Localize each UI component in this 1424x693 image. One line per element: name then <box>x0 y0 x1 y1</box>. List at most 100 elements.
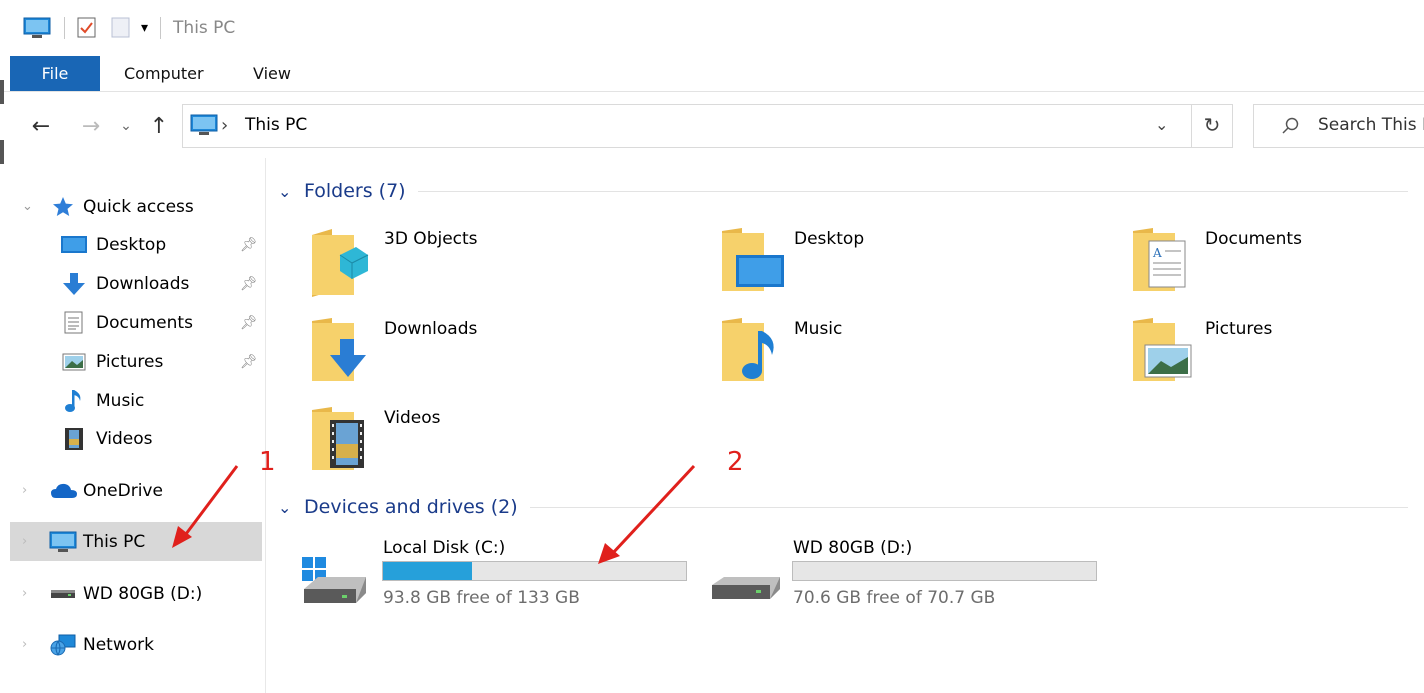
drive-free-space: 93.8 GB free of 133 GB <box>383 588 580 608</box>
folder-name: 3D Objects <box>384 229 478 249</box>
sidebar-item-label: Videos <box>96 428 153 449</box>
breadcrumb-this-pc[interactable]: This PC <box>245 115 307 135</box>
sidebar-item-desktop[interactable]: Desktop 📌︎ <box>0 225 262 264</box>
search-box[interactable]: Search This PC <box>1253 104 1424 148</box>
sidebar-item-label: Network <box>83 634 154 655</box>
window-title: This PC <box>173 18 236 38</box>
customize-toolbar-icon[interactable]: ▾ <box>141 20 148 36</box>
up-button[interactable]: ↑ <box>146 106 172 146</box>
pin-icon[interactable]: 📌︎ <box>240 237 258 253</box>
folder-name: Desktop <box>794 229 865 249</box>
sidebar-item-documents[interactable]: Documents 📌︎ <box>0 303 262 342</box>
sidebar-item-label: WD 80GB (D:) <box>83 583 203 604</box>
breadcrumb-separator-icon[interactable]: › <box>221 115 228 136</box>
drive-local-disk-c[interactable]: Local Disk (C:) 93.8 GB free of 133 GB <box>300 535 700 615</box>
sidebar-item-quick-access[interactable]: ⌄ Quick access <box>0 187 262 226</box>
folder-videos[interactable]: Videos <box>310 406 710 476</box>
collapsed-chevron-icon[interactable]: › <box>22 534 27 549</box>
folder-name: Pictures <box>1205 319 1273 339</box>
folder-music[interactable]: Music <box>720 317 1120 387</box>
folders-section-header[interactable]: ⌄ Folders (7) <box>278 177 1424 205</box>
recent-locations-button[interactable]: ⌄ <box>116 106 136 146</box>
hard-drive-icon <box>50 588 76 600</box>
search-icon <box>1280 116 1300 140</box>
chevron-down-icon[interactable]: ⌄ <box>278 182 304 201</box>
sidebar-item-pictures[interactable]: Pictures 📌︎ <box>0 342 262 381</box>
drive-name: Local Disk (C:) <box>383 538 506 558</box>
sidebar-item-videos[interactable]: Videos <box>0 419 262 458</box>
tab-computer[interactable]: Computer <box>124 56 204 91</box>
chevron-down-icon: ⌄ <box>120 118 132 134</box>
refresh-icon[interactable]: ↻ <box>1197 113 1227 137</box>
drive-usage-bar <box>382 561 687 581</box>
sidebar-item-this-pc[interactable]: › This PC <box>10 522 262 561</box>
address-dropdown-icon[interactable]: ⌄ <box>1155 115 1168 134</box>
folder-downloads[interactable]: Downloads <box>310 317 710 387</box>
expanded-chevron-icon[interactable]: ⌄ <box>22 199 33 214</box>
divider <box>529 506 1408 508</box>
sidebar-item-onedrive[interactable]: › OneDrive <box>0 471 262 510</box>
annotation-number-2: 2 <box>727 447 744 477</box>
hard-drive-icon <box>710 573 782 607</box>
devices-section-header[interactable]: ⌄ Devices and drives (2) <box>278 493 1424 521</box>
address-bar[interactable]: › This PC ⌄ ↻ <box>182 104 1233 148</box>
this-pc-monitor-icon <box>48 530 78 554</box>
collapsed-chevron-icon[interactable]: › <box>22 586 27 601</box>
back-arrow-icon: ← <box>31 113 51 139</box>
pin-icon[interactable]: 📌︎ <box>240 276 258 292</box>
folder-documents[interactable]: A Documents <box>1131 227 1424 297</box>
window-edge <box>0 140 4 164</box>
svg-text:A: A <box>1152 246 1162 260</box>
drive-wd-80gb-d[interactable]: WD 80GB (D:) 70.6 GB free of 70.7 GB <box>710 535 1110 615</box>
pin-icon[interactable]: 📌︎ <box>240 354 258 370</box>
music-folder-icon <box>720 317 780 387</box>
pictures-folder-icon <box>1131 317 1193 387</box>
folder-name: Documents <box>1205 229 1302 249</box>
divider <box>417 190 1408 192</box>
downloads-folder-icon <box>310 317 370 387</box>
folder-3d-objects[interactable]: 3D Objects <box>310 227 710 297</box>
pin-icon[interactable]: 📌︎ <box>240 315 258 331</box>
downloads-icon <box>62 272 86 296</box>
sidebar-item-music[interactable]: Music <box>0 381 262 420</box>
tab-file[interactable]: File <box>10 56 100 91</box>
up-arrow-icon: ↑ <box>149 113 169 139</box>
separator <box>64 17 65 39</box>
star-icon <box>52 196 74 218</box>
sidebar-item-network[interactable]: › Network <box>0 625 262 664</box>
tab-view[interactable]: View <box>253 56 291 91</box>
folder-desktop[interactable]: Desktop <box>720 227 1120 297</box>
sidebar-item-label: Pictures <box>96 351 164 372</box>
collapsed-chevron-icon[interactable]: › <box>22 483 27 498</box>
forward-button[interactable]: → <box>78 106 104 146</box>
this-pc-monitor-icon <box>189 113 219 141</box>
back-button[interactable]: ← <box>26 106 56 146</box>
sidebar-item-wd-80gb[interactable]: › WD 80GB (D:) <box>0 574 262 613</box>
windows-system-drive-icon <box>300 553 370 611</box>
search-input[interactable]: Search This PC <box>1318 115 1424 135</box>
window-edge <box>0 80 4 104</box>
network-icon <box>50 634 76 656</box>
new-folder-icon[interactable] <box>111 17 131 39</box>
sidebar-item-label: OneDrive <box>83 480 163 501</box>
music-icon <box>64 389 84 413</box>
pictures-icon <box>62 353 86 371</box>
drive-free-space: 70.6 GB free of 70.7 GB <box>793 588 996 608</box>
chevron-down-icon[interactable]: ⌄ <box>278 498 304 517</box>
desktop-folder-icon <box>720 227 786 297</box>
annotation-number-1: 1 <box>259 447 276 477</box>
3d-objects-folder-icon <box>310 227 370 301</box>
collapsed-chevron-icon[interactable]: › <box>22 637 27 652</box>
documents-icon <box>64 311 84 335</box>
drive-name: WD 80GB (D:) <box>793 538 913 558</box>
sidebar-item-label: This PC <box>83 531 146 552</box>
folder-name: Music <box>794 319 843 339</box>
sidebar-item-label: Documents <box>96 312 193 333</box>
separator <box>160 17 162 39</box>
properties-icon[interactable] <box>77 17 97 39</box>
sidebar-item-downloads[interactable]: Downloads 📌︎ <box>0 264 262 303</box>
folder-pictures[interactable]: Pictures <box>1131 317 1424 387</box>
videos-folder-icon <box>310 406 370 476</box>
section-title: Devices and drives (2) <box>304 496 518 518</box>
sidebar-item-label: Desktop <box>96 234 167 255</box>
